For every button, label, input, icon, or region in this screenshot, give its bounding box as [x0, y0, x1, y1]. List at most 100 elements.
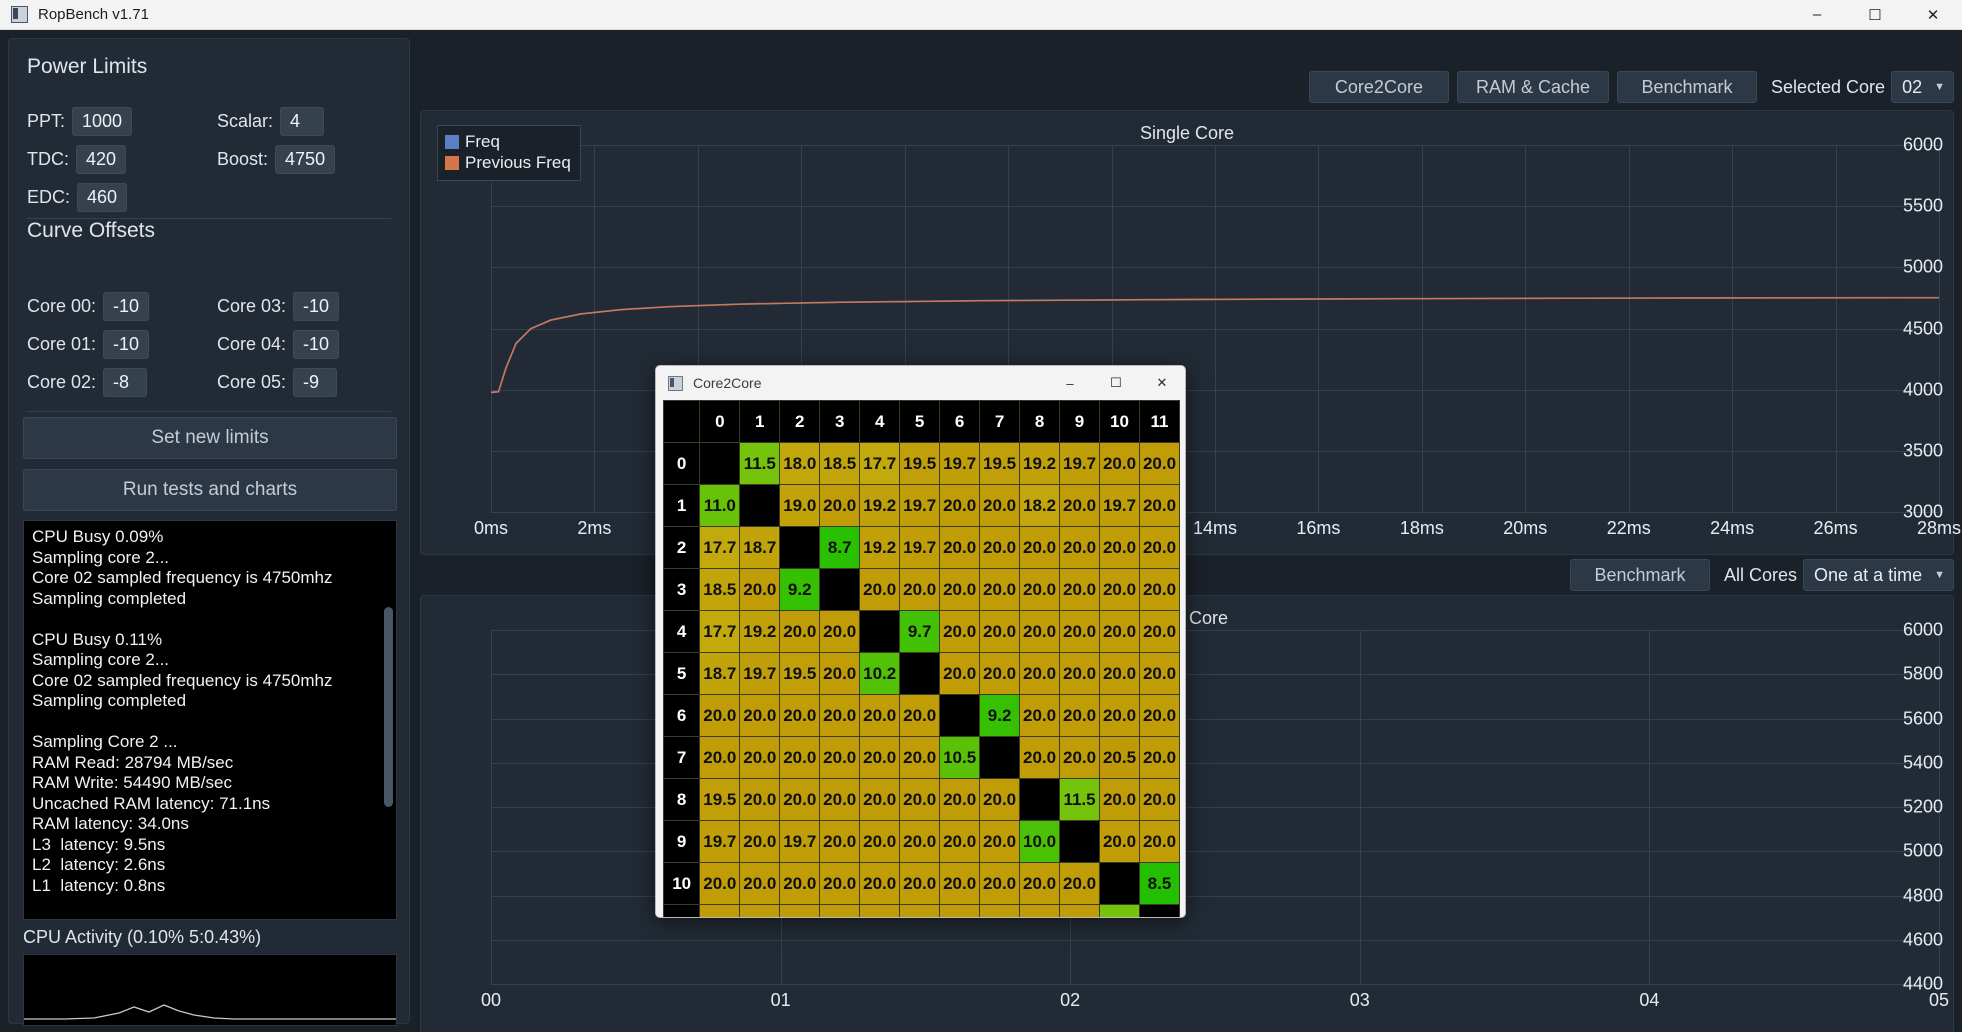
matrix-cell-5-1: 19.7 — [739, 652, 781, 695]
curve-offset-r-label-0: Core 03: — [217, 296, 287, 316]
matrix-cell-3-9: 20.0 — [1059, 568, 1101, 611]
benchmark-button[interactable]: Benchmark — [1617, 71, 1757, 103]
legend-swatch-icon-1 — [445, 156, 459, 170]
matrix-cell-7-5: 20.0 — [899, 736, 941, 779]
matrix-cell-diagonal-8-8 — [1019, 778, 1061, 821]
matrix-cell-diagonal-7-7 — [979, 736, 1021, 779]
power-limit-label-0: PPT: — [27, 111, 66, 131]
matrix-col-header-5: 5 — [899, 400, 941, 443]
matrix-cell-4-2: 20.0 — [779, 610, 821, 653]
matrix-cell-5-0: 18.7 — [699, 652, 741, 695]
matrix-cell-4-1: 19.2 — [739, 610, 781, 653]
matrix-cell-6-0: 20.0 — [699, 694, 741, 737]
x-tick-label-1: 2ms — [577, 518, 612, 538]
matrix-cell-9-8: 10.0 — [1019, 820, 1061, 863]
curve-offset-r-input-1[interactable]: -10 — [293, 330, 340, 359]
y-tick-label-6: 4800 — [1902, 885, 1943, 905]
power-limit-input-0[interactable]: 1000 — [72, 107, 133, 136]
matrix-cell-2-0: 17.7 — [699, 526, 741, 569]
matrix-cell-3-4: 20.0 — [859, 568, 901, 611]
matrix-cell-1-2: 19.0 — [779, 484, 821, 527]
matrix-row: 0 11.5 18.0 18.5 17.7 19.5 19.7 19.5 19.2 19.7 20.… — [662, 442, 1181, 485]
curve-offset-row-1: Core 01: -10 — [27, 330, 150, 359]
matrix-cell-8-9: 11.5 — [1059, 778, 1101, 821]
run-tests-button[interactable]: Run tests and charts — [23, 469, 397, 511]
matrix-cell-11-9: 20.0 — [1059, 904, 1101, 917]
matrix-cell-6-9: 20.0 — [1059, 694, 1101, 737]
y-tick-label-2: 5000 — [1902, 256, 1943, 277]
core2core-maximize-button[interactable]: ☐ — [1093, 366, 1139, 400]
matrix-cell-7-1: 20.0 — [739, 736, 781, 779]
power-limit-r-row-0: Scalar: 4 — [217, 107, 335, 136]
multi-core-chart-title: Multi Core — [1145, 608, 1229, 628]
matrix-cell-0-11: 20.0 — [1138, 442, 1181, 485]
matrix-cell-3-0: 18.5 — [699, 568, 741, 611]
matrix-cell-11-5: 20.0 — [899, 904, 941, 917]
matrix-row: 4 17.7 19.2 20.0 20.0 9.7 20.0 20.0 20.0 20.0 20.0… — [662, 610, 1181, 653]
selected-core-label: Selected Core — [1771, 76, 1886, 97]
matrix-cell-1-7: 20.0 — [979, 484, 1021, 527]
matrix-cell-10-2: 20.0 — [779, 862, 821, 905]
core2core-matrix-wrap: 0 1 2 3 4 5 6 7 8 9 10 11 0 11.5 18.0 18.5 17.7 19.5 19.7 1… — [656, 400, 1185, 917]
y-tick-label-0: 6000 — [1902, 134, 1943, 155]
curve-offset-input-1[interactable]: -10 — [103, 330, 150, 359]
single-core-chart-title: Single Core — [1139, 123, 1235, 143]
matrix-cell-diagonal-0-0 — [699, 442, 741, 485]
x-tick-label-0: 00 — [480, 990, 502, 1010]
matrix-cell-11-2: 20.0 — [779, 904, 821, 917]
matrix-cell-5-4: 10.2 — [859, 652, 901, 695]
core2core-minimize-button[interactable]: – — [1047, 366, 1093, 400]
core2core-close-button[interactable]: ✕ — [1139, 366, 1185, 400]
single-core-chart-panel: Single Core Freq Previous Freq 6000 5500 50… — [420, 110, 1961, 555]
curve-offset-input-0[interactable]: -10 — [103, 292, 150, 321]
x-tick-label-3: 03 — [1349, 990, 1370, 1010]
cpu-activity-label: CPU Activity (0.10% 5:0.43%) — [23, 927, 262, 947]
matrix-row-header-7: 7 — [662, 736, 701, 779]
x-tick-label-9: 18ms — [1399, 518, 1444, 538]
matrix-row: 6 20.0 20.0 20.0 20.0 20.0 20.0 9.2 20.0 20.0 20.0… — [662, 694, 1181, 737]
matrix-cell-6-2: 20.0 — [779, 694, 821, 737]
core2core-matrix: 0 1 2 3 4 5 6 7 8 9 10 11 0 11.5 18.0 18.5 17.7 19.5 19.7 1… — [662, 400, 1181, 917]
x-tick-label-2: 02 — [1060, 990, 1081, 1010]
power-limit-r-input-1[interactable]: 4750 — [275, 145, 336, 174]
benchmark-controls-row: Benchmark All Cores One at a time ▼ — [420, 558, 1954, 592]
minimize-button[interactable]: – — [1788, 0, 1846, 29]
close-button[interactable]: ✕ — [1904, 0, 1962, 29]
matrix-cell-1-5: 19.7 — [899, 484, 941, 527]
bench-mode-dropdown[interactable]: One at a time ▼ — [1803, 559, 1954, 591]
top-toolbar: Core2Core RAM & Cache Benchmark Selected… — [420, 70, 1954, 104]
ram-cache-button[interactable]: RAM & Cache — [1456, 71, 1609, 103]
matrix-cell-1-0: 11.0 — [699, 484, 741, 527]
matrix-cell-2-3: 8.7 — [819, 526, 861, 569]
matrix-row: 8 19.5 20.0 20.0 20.0 20.0 20.0 20.0 20.0 11.5 20.… — [662, 778, 1181, 821]
set-new-limits-button[interactable]: Set new limits — [23, 417, 397, 459]
window-titlebar: RopBench v1.71 – ☐ ✕ — [0, 0, 1962, 30]
matrix-cell-0-2: 18.0 — [779, 442, 821, 485]
matrix-cell-2-10: 20.0 — [1099, 526, 1140, 569]
benchmark-run-button[interactable]: Benchmark — [1570, 559, 1711, 591]
matrix-cell-0-4: 17.7 — [859, 442, 901, 485]
maximize-button[interactable]: ☐ — [1846, 0, 1904, 29]
matrix-cell-8-10: 20.0 — [1099, 778, 1140, 821]
core2core-dialog[interactable]: Core2Core – ☐ ✕ 0 1 2 3 4 5 6 7 8 9 10 11 0 11.5 18.0 1… — [655, 365, 1186, 918]
left-panel: Power Limits PPT: 1000 TDC: 420 EDC: 460 Scal… — [8, 38, 410, 1026]
core2core-button[interactable]: Core2Core — [1308, 71, 1449, 103]
matrix-cell-0-3: 18.5 — [819, 442, 861, 485]
divider-2 — [27, 411, 391, 412]
power-limit-r-input-0[interactable]: 4 — [280, 107, 325, 136]
x-tick-label-0: 0ms — [473, 518, 509, 538]
y-tick-label-1: 5800 — [1902, 663, 1943, 684]
matrix-cell-9-5: 20.0 — [899, 820, 941, 863]
matrix-cell-9-4: 20.0 — [859, 820, 901, 863]
selected-core-dropdown[interactable]: 02 ▼ — [1891, 71, 1954, 103]
curve-offset-r-row-2: Core 05: -9 — [217, 368, 339, 397]
log-output[interactable]: CPU Busy 0.09% Sampling core 2... Core 0… — [23, 520, 397, 920]
curve-offset-input-2[interactable]: -8 — [103, 368, 148, 397]
log-scrollbar-thumb[interactable] — [384, 607, 393, 807]
curve-offset-r-input-2[interactable]: -9 — [293, 368, 338, 397]
curve-offset-r-input-0[interactable]: -10 — [293, 292, 340, 321]
power-limit-input-1[interactable]: 420 — [76, 145, 127, 174]
matrix-col-header-2: 2 — [779, 400, 821, 443]
power-limit-input-2[interactable]: 460 — [77, 183, 128, 212]
core2core-window-icon — [668, 375, 683, 391]
